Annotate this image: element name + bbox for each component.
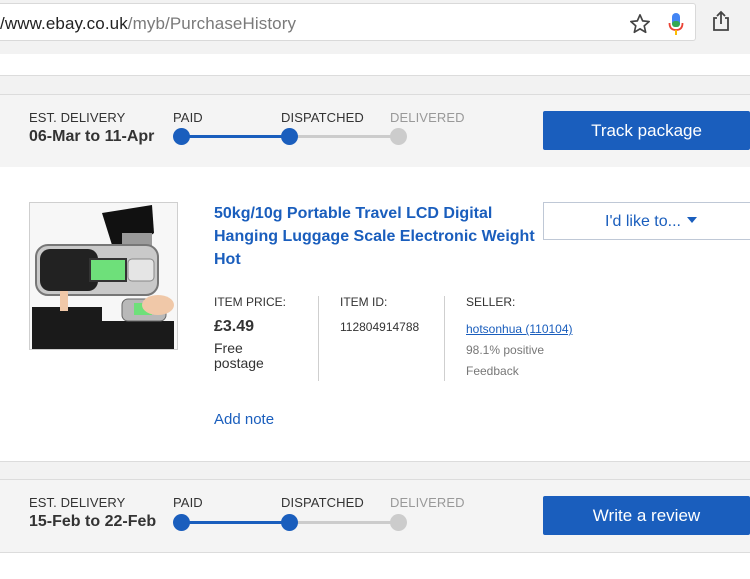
item-title-link[interactable]: 50kg/10g Portable Travel LCD Digital Han… — [214, 202, 544, 271]
step-paid-label: PAID — [173, 110, 203, 125]
progress-track-done — [181, 135, 290, 138]
progress-track-done — [181, 521, 290, 524]
step-delivered-label: DELIVERED — [390, 110, 465, 125]
url-path: /myb/PurchaseHistory — [127, 14, 297, 33]
section-divider — [0, 75, 750, 95]
seller-rating: 98.1% positive — [466, 343, 545, 357]
luggage-scale-image — [30, 203, 177, 349]
progress-track-pending — [290, 521, 399, 524]
item-id-label: ITEM ID: — [340, 295, 388, 309]
url-text[interactable]: /www.ebay.co.uk/myb/PurchaseHistory — [0, 14, 296, 34]
section-divider — [0, 461, 750, 481]
postage-line2: postage — [214, 355, 264, 371]
progress-dot-delivered — [390, 514, 407, 531]
id-like-to-dropdown[interactable]: I'd like to... — [543, 202, 750, 240]
progress-dot-dispatched — [281, 514, 298, 531]
page-top-strip — [0, 54, 750, 76]
progress-dot-dispatched — [281, 128, 298, 145]
step-dispatched-label: DISPATCHED — [281, 495, 364, 510]
item-id: 112804914788 — [340, 320, 420, 334]
add-note-link[interactable]: Add note — [214, 411, 274, 428]
address-bar[interactable]: /www.ebay.co.uk/myb/PurchaseHistory — [0, 3, 696, 41]
step-paid-label: PAID — [173, 495, 203, 510]
progress-track-pending — [290, 135, 399, 138]
step-dispatched-label: DISPATCHED — [281, 110, 364, 125]
column-divider — [318, 296, 319, 381]
star-icon[interactable] — [629, 13, 651, 35]
progress-dot-paid — [173, 514, 190, 531]
microphone-icon[interactable] — [668, 12, 684, 38]
progress-dot-paid — [173, 128, 190, 145]
order-status-panel: EST. DELIVERY 06-Mar to 11-Apr PAID DISP… — [0, 94, 750, 168]
browser-toolbar: /www.ebay.co.uk/myb/PurchaseHistory — [0, 0, 750, 55]
step-delivered-label: DELIVERED — [390, 495, 465, 510]
seller-feedback: Feedback — [466, 364, 519, 378]
url-host: /www.ebay.co.uk — [0, 14, 128, 33]
track-package-button[interactable]: Track package — [543, 111, 750, 150]
progress-dot-delivered — [390, 128, 407, 145]
item-price-label: ITEM PRICE: — [214, 295, 287, 309]
est-delivery-label: EST. DELIVERY — [29, 495, 126, 510]
seller-link[interactable]: hotsonhua (110104) — [466, 322, 573, 336]
est-delivery-dates: 06-Mar to 11-Apr — [29, 128, 155, 145]
order-status-panel: EST. DELIVERY 15-Feb to 22-Feb PAID DISP… — [0, 479, 750, 553]
column-divider — [444, 296, 445, 381]
item-thumbnail[interactable] — [29, 202, 178, 350]
dropdown-label: I'd like to... — [605, 213, 681, 230]
postage-line1: Free — [214, 340, 243, 356]
est-delivery-dates: 15-Feb to 22-Feb — [29, 513, 157, 530]
item-price: £3.49 — [214, 318, 255, 335]
write-review-button[interactable]: Write a review — [543, 496, 750, 535]
caret-down-icon — [686, 217, 697, 224]
seller-label: SELLER: — [466, 295, 516, 309]
est-delivery-label: EST. DELIVERY — [29, 110, 126, 125]
share-icon[interactable] — [711, 10, 731, 32]
